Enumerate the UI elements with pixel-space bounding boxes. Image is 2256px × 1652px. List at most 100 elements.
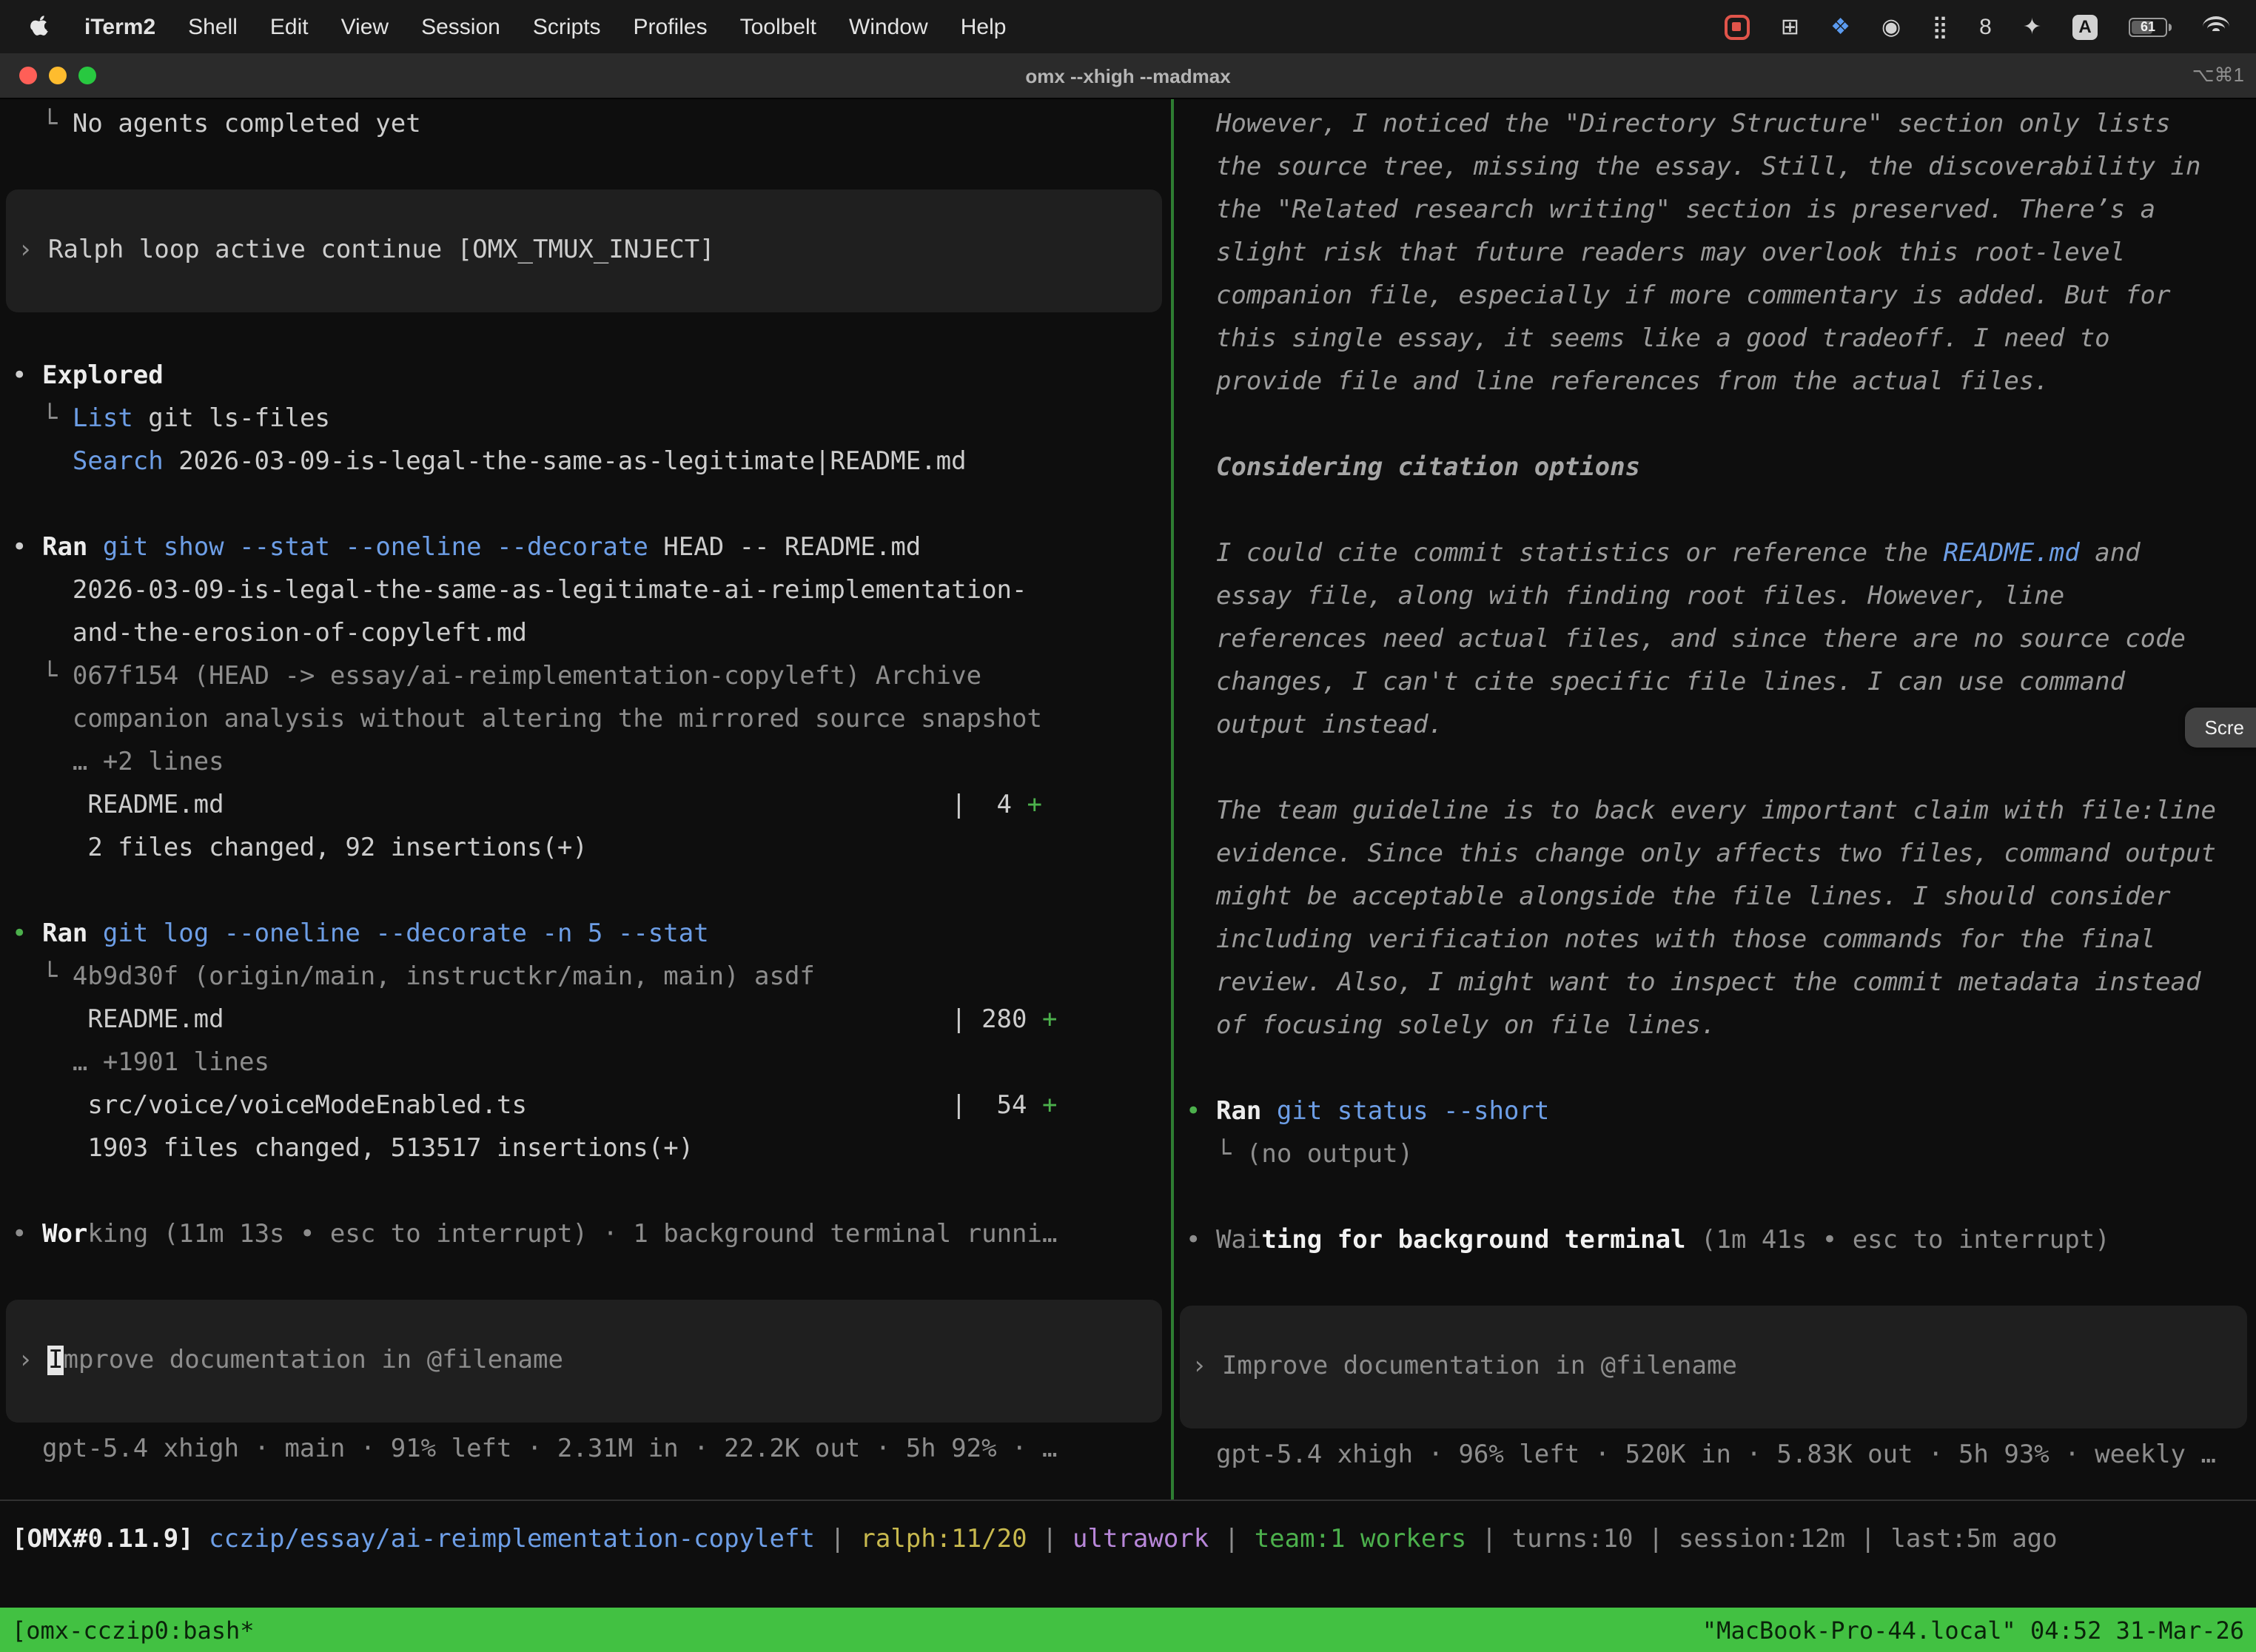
input-source-icon[interactable]: A bbox=[2072, 14, 2098, 39]
text-segment: … +1901 lines bbox=[12, 1048, 269, 1078]
screen-recording-icon[interactable] bbox=[1725, 14, 1750, 39]
text-segment: git show --stat --oneline --decorate bbox=[87, 533, 648, 563]
text-segment: src/voice/voiceModeEnabled.ts | 54 bbox=[12, 1091, 1042, 1121]
circle-app-icon[interactable]: ◉ bbox=[1881, 16, 1901, 38]
text-segment: provide file and line references from th… bbox=[1186, 367, 2049, 397]
terminal-line: this single essay, it seems like a good … bbox=[1174, 318, 2256, 361]
bottom-gap bbox=[0, 1569, 2256, 1608]
menu-item-window[interactable]: Window bbox=[833, 14, 944, 39]
composer-input-right[interactable]: › Improve documentation in @filename bbox=[1180, 1306, 2247, 1428]
terminal-line: Considering citation options bbox=[1174, 447, 2256, 490]
menu-item-scripts[interactable]: Scripts bbox=[517, 14, 617, 39]
terminal-pane-right[interactable]: However, I noticed the "Directory Struct… bbox=[1174, 99, 2256, 1500]
terminal-line: essay file, along with finding root file… bbox=[1174, 576, 2256, 619]
text-segment: [OMX#0.11.9] bbox=[12, 1525, 209, 1554]
tmux-status-bar: [omx-cczip0:bash* "MacBook-Pro-44.local"… bbox=[0, 1608, 2256, 1652]
terminal-line: gpt-5.4 xhigh · 96% left · 520K in · 5.8… bbox=[1174, 1434, 2256, 1477]
text-segment: git status --short bbox=[1261, 1097, 1549, 1126]
text-segment: git log --oneline --decorate -n 5 --stat bbox=[87, 919, 708, 949]
text-segment: output instead. bbox=[1186, 711, 1443, 740]
terminal-line: and-the-erosion-of-copyleft.md bbox=[0, 613, 1171, 656]
menu-item-toolbelt[interactable]: Toolbelt bbox=[724, 14, 833, 39]
window-title: omx --xhigh --madmax bbox=[0, 64, 2256, 87]
apple-menu-icon[interactable] bbox=[21, 14, 68, 39]
text-segment: + bbox=[1027, 790, 1043, 820]
battery-indicator[interactable]: 61 bbox=[2129, 17, 2172, 36]
terminal-line: • Explored bbox=[0, 355, 1171, 398]
blank-line bbox=[1174, 1263, 2256, 1306]
text-segment: and bbox=[2080, 539, 2141, 568]
wifi-icon[interactable] bbox=[2203, 16, 2229, 37]
blue-app-icon[interactable]: ❖ bbox=[1830, 16, 1850, 38]
terminal-line: However, I noticed the "Directory Struct… bbox=[1174, 104, 2256, 147]
text-segment: No agents completed yet bbox=[73, 110, 421, 139]
dots-grid-icon[interactable]: ⣿ bbox=[1932, 16, 1948, 38]
digit-8-app-icon[interactable]: 8 bbox=[1979, 16, 1992, 38]
text-segment: 2026-03-09-is-legal-the-same-as-legitima… bbox=[164, 447, 967, 477]
text-segment: └ (no output) bbox=[1186, 1140, 1413, 1169]
terminal-line: companion file, especially if more comme… bbox=[1174, 275, 2256, 318]
text-segment: Ran bbox=[42, 533, 87, 563]
text-segment: team:1 workers bbox=[1255, 1525, 1467, 1554]
window-shortcut-badge: ⌥⌘1 bbox=[2192, 64, 2244, 87]
terminal-line: including verification notes with those … bbox=[1174, 919, 2256, 962]
macos-menu-bar: iTerm2 Shell Edit View Session Scripts P… bbox=[0, 0, 2256, 53]
terminal-line: I could cite commit statistics or refere… bbox=[1174, 533, 2256, 576]
screen-share-tooltip[interactable]: Scre bbox=[2186, 708, 2256, 748]
menu-item-iterm2[interactable]: iTerm2 bbox=[68, 14, 172, 39]
menu-item-edit[interactable]: Edit bbox=[254, 14, 325, 39]
terminal-line: └ List git ls-files bbox=[0, 398, 1171, 441]
terminal-line: • Ran git show --stat --oneline --decora… bbox=[0, 527, 1171, 570]
menu-item-profiles[interactable]: Profiles bbox=[617, 14, 724, 39]
terminal-line: › Improve documentation in @filename bbox=[1180, 1346, 2247, 1389]
terminal-line: slight risk that future readers may over… bbox=[1174, 232, 2256, 275]
text-segment: of focusing solely on file lines. bbox=[1186, 1011, 1716, 1041]
text-segment: However, I noticed the "Directory Struct… bbox=[1186, 110, 2171, 139]
text-segment: I could cite commit statistics or refere… bbox=[1186, 539, 1944, 568]
text-segment: + bbox=[1042, 1005, 1058, 1035]
terminal-area: └ No agents completed yet › Ralph loop ac… bbox=[0, 99, 2256, 1501]
text-segment: README.md | 4 bbox=[12, 790, 1027, 820]
text-segment: (1m 41s • esc to interrupt) bbox=[1686, 1226, 2110, 1255]
terminal-line: └ No agents completed yet bbox=[0, 104, 1171, 147]
window-grid-icon[interactable]: ⊞ bbox=[1781, 16, 1799, 38]
blank-line bbox=[1174, 1177, 2256, 1220]
blank-line bbox=[0, 870, 1171, 913]
text-segment: mprove documentation in @filename bbox=[63, 1346, 563, 1375]
terminal-line: └ (no output) bbox=[1174, 1134, 2256, 1177]
text-segment: Explored bbox=[42, 361, 164, 391]
terminal-line: the source tree, missing the essay. Stil… bbox=[1174, 147, 2256, 189]
composer-input-left[interactable]: › Improve documentation in @filename bbox=[6, 1300, 1162, 1423]
ralph-loop-banner[interactable]: › Ralph loop active continue [OMX_TMUX_I… bbox=[6, 189, 1162, 312]
omx-status-text: [OMX#0.11.9] cczip/essay/ai-reimplementa… bbox=[0, 1519, 2256, 1562]
text-segment: ralph:11/20 bbox=[860, 1525, 1027, 1554]
window-title-bar[interactable]: omx --xhigh --madmax ⌥⌘1 bbox=[0, 53, 2256, 99]
text-segment: Ralph loop active continue [OMX_TMUX_INJ… bbox=[48, 235, 715, 265]
text-segment: Wor bbox=[42, 1220, 87, 1249]
text-segment: git ls-files bbox=[133, 404, 330, 434]
macos-screen: iTerm2 Shell Edit View Session Scripts P… bbox=[0, 0, 2256, 1652]
text-segment: Search bbox=[12, 447, 164, 477]
menu-item-help[interactable]: Help bbox=[944, 14, 1023, 39]
terminal-line: • Waiting for background terminal (1m 41… bbox=[1174, 1220, 2256, 1263]
text-segment: ting for background terminal bbox=[1261, 1226, 1685, 1255]
gap bbox=[0, 1423, 1171, 1428]
text-segment: | bbox=[815, 1525, 860, 1554]
terminal-line: › Ralph loop active continue [OMX_TMUX_I… bbox=[6, 229, 1162, 272]
sparkle-app-icon[interactable]: ✦ bbox=[2023, 16, 2041, 38]
terminal-line: • Ran git status --short bbox=[1174, 1091, 2256, 1134]
terminal-line: changes, I can't cite specific file line… bbox=[1174, 662, 2256, 705]
text-segment: Ran bbox=[42, 919, 87, 949]
text-segment: changes, I can't cite specific file line… bbox=[1186, 668, 2125, 697]
blank-line bbox=[0, 1257, 1171, 1300]
terminal-line: src/voice/voiceModeEnabled.ts | 54 + bbox=[0, 1085, 1171, 1128]
text-segment: • bbox=[12, 919, 42, 949]
terminal-pane-left[interactable]: └ No agents completed yet › Ralph loop ac… bbox=[0, 99, 1171, 1500]
menu-item-shell[interactable]: Shell bbox=[172, 14, 254, 39]
menu-item-view[interactable]: View bbox=[325, 14, 406, 39]
text-segment: └ 4b9d30f (origin/main, instructkr/main,… bbox=[12, 962, 815, 992]
text-segment: I bbox=[48, 1346, 64, 1375]
text-segment: | bbox=[1209, 1525, 1254, 1554]
blank-line bbox=[1174, 490, 2256, 533]
menu-item-session[interactable]: Session bbox=[405, 14, 517, 39]
